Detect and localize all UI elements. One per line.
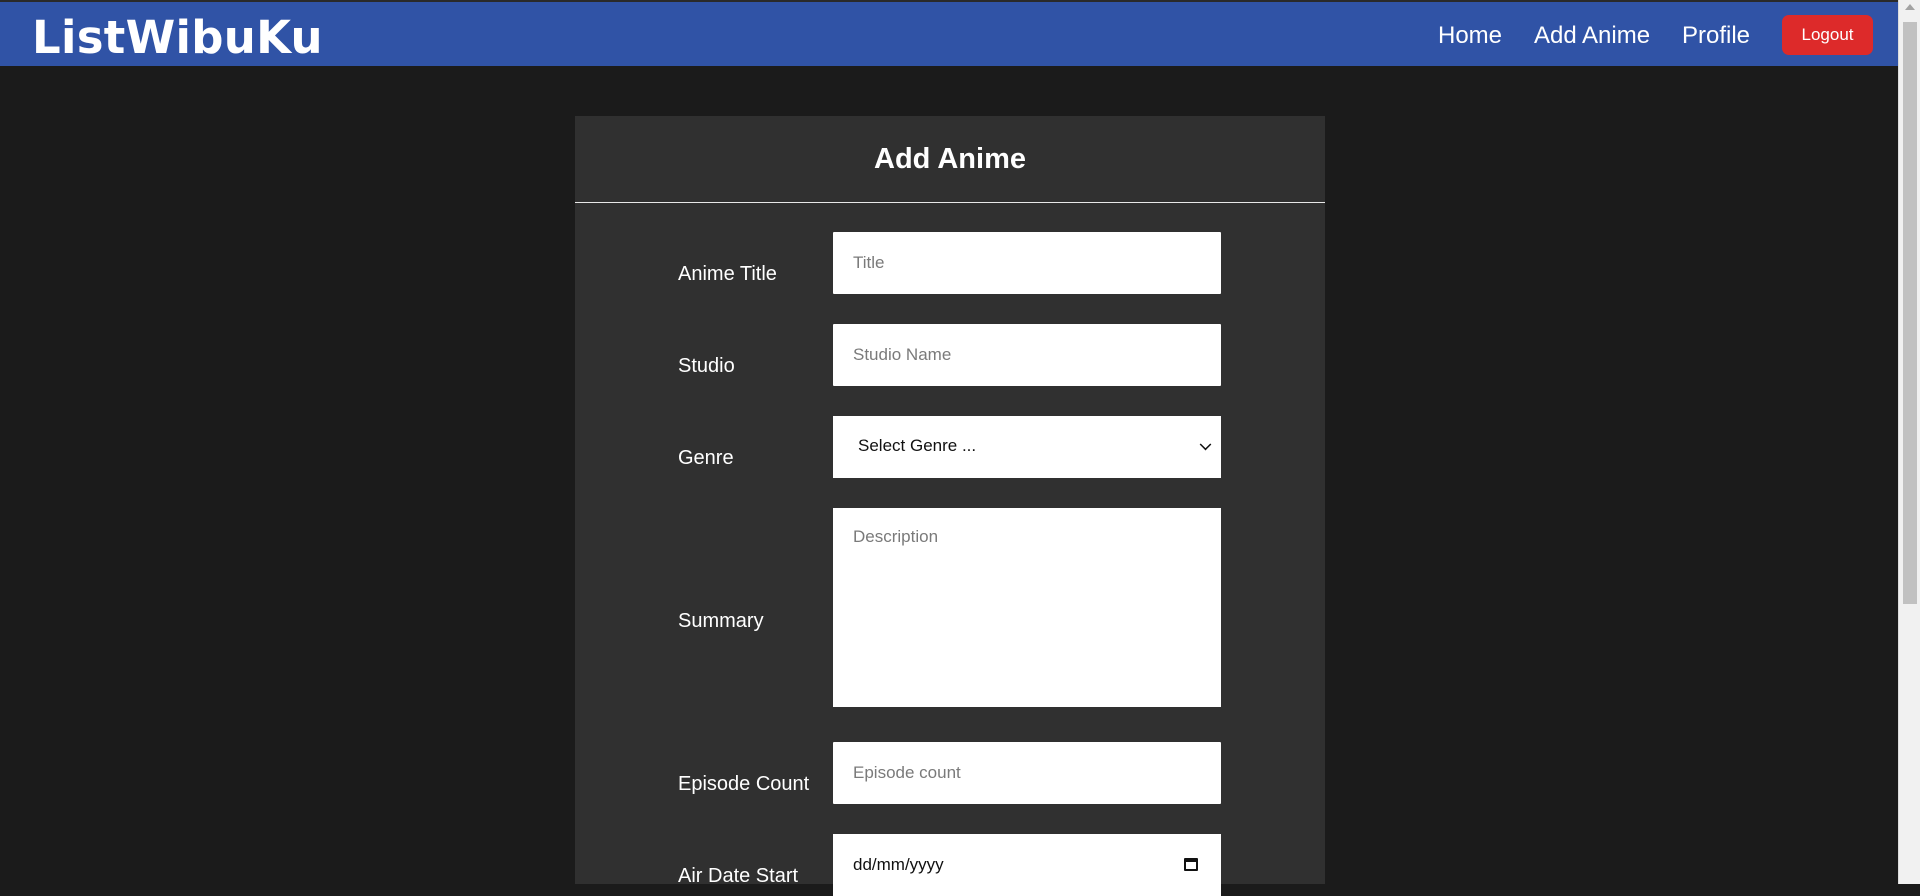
calendar-icon[interactable] <box>1184 858 1198 871</box>
air-date-start-label: Air Date Start <box>678 865 799 887</box>
nav-profile-link[interactable]: Profile <box>1682 22 1750 50</box>
scroll-up-arrow-icon[interactable] <box>1905 4 1915 10</box>
form-title: Add Anime <box>874 143 1026 175</box>
brand-logo[interactable]: ListWibuKu <box>32 11 323 64</box>
episode-count-label: Episode Count <box>678 773 810 795</box>
studio-label: Studio <box>678 355 735 377</box>
air-date-start-value: dd/mm/yyyy <box>853 855 944 874</box>
scrollbar-thumb[interactable] <box>1903 22 1917 604</box>
genre-select[interactable]: Select Genre ... <box>833 416 1221 478</box>
chevron-down-icon <box>1199 438 1212 451</box>
nav-add-anime-link[interactable]: Add Anime <box>1534 22 1650 50</box>
studio-name-input[interactable] <box>833 324 1221 386</box>
air-date-start-input[interactable]: dd/mm/yyyy <box>833 834 1221 896</box>
navbar: ListWibuKu Home Add Anime Profile Logout <box>0 0 1898 66</box>
summary-label: Summary <box>678 610 764 632</box>
nav-home-link[interactable]: Home <box>1438 22 1502 50</box>
episode-count-input[interactable] <box>833 742 1221 804</box>
form-header: Add Anime <box>575 116 1325 203</box>
add-anime-form-card: Add Anime Anime Title Studio Genre Selec… <box>575 116 1325 896</box>
genre-label: Genre <box>678 447 734 469</box>
anime-title-label: Anime Title <box>678 263 777 285</box>
summary-textarea[interactable] <box>833 508 1221 707</box>
logout-button[interactable]: Logout <box>1782 15 1873 55</box>
anime-title-input[interactable] <box>833 232 1221 294</box>
genre-select-value: Select Genre ... <box>858 436 977 455</box>
vertical-scrollbar[interactable] <box>1898 0 1920 884</box>
